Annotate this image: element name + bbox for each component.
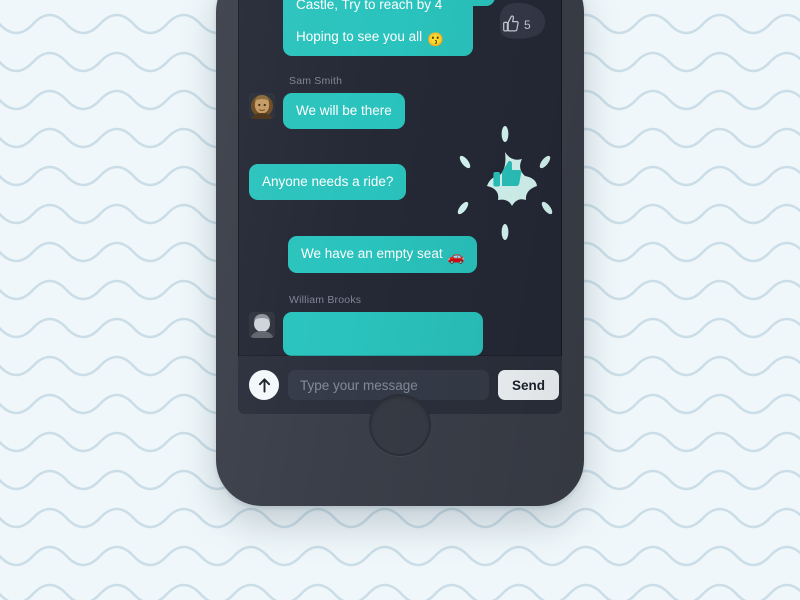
screenshot-stage: Guys, The Party is at The Castle, Try to…	[0, 0, 800, 600]
chat-message-list[interactable]: Guys, The Party is at The Castle, Try to…	[238, 0, 562, 356]
car-emoji: 🚗	[447, 249, 465, 264]
message-bubble[interactable]: Guys, The Party is at The Castle, Try to…	[283, 0, 495, 56]
thumbs-up-icon	[503, 15, 519, 32]
message-text-line-1: Guys, The Party is at The Castle, Try to…	[296, 0, 443, 12]
message-text: We have an empty seat 🚗	[301, 246, 465, 264]
message-row-5	[249, 312, 483, 356]
message-bubble[interactable]: Anyone needs a ride?	[249, 164, 407, 200]
avatar-william-brooks[interactable]	[249, 312, 275, 338]
phone-screen: Guys, The Party is at The Castle, Try to…	[238, 0, 562, 414]
message-bubble[interactable]: We will be there	[283, 93, 405, 129]
phone-device: Guys, The Party is at The Castle, Try to…	[216, 0, 584, 506]
message-text: We will be there	[296, 103, 392, 118]
avatar-sam-smith[interactable]	[249, 93, 275, 119]
message-row-2: We will be there	[249, 93, 405, 129]
message-row-3: Anyone needs a ride?	[249, 164, 407, 200]
message-row-4: We have an empty seat 🚗	[288, 236, 478, 273]
reaction-count: 5	[524, 18, 531, 32]
reaction-badge[interactable]: 5	[491, 2, 547, 46]
message-text: Anyone needs a ride?	[262, 174, 394, 189]
message-bubble[interactable]: We have an empty seat 🚗	[288, 236, 478, 273]
kissing-face-emoji: 😗	[427, 32, 444, 47]
sender-name-sam-smith: Sam Smith	[289, 75, 343, 87]
message-row-1: Guys, The Party is at The Castle, Try to…	[249, 0, 495, 56]
message-bubble[interactable]	[283, 312, 483, 356]
like-reaction-splash	[450, 124, 560, 242]
message-text-line-2: Hoping to see you all 😗	[296, 29, 444, 47]
send-button[interactable]: Send	[498, 370, 560, 400]
arrow-up-circle-icon[interactable]	[249, 370, 279, 400]
sender-name-william-brooks: William Brooks	[289, 294, 362, 306]
home-button[interactable]	[369, 394, 431, 456]
